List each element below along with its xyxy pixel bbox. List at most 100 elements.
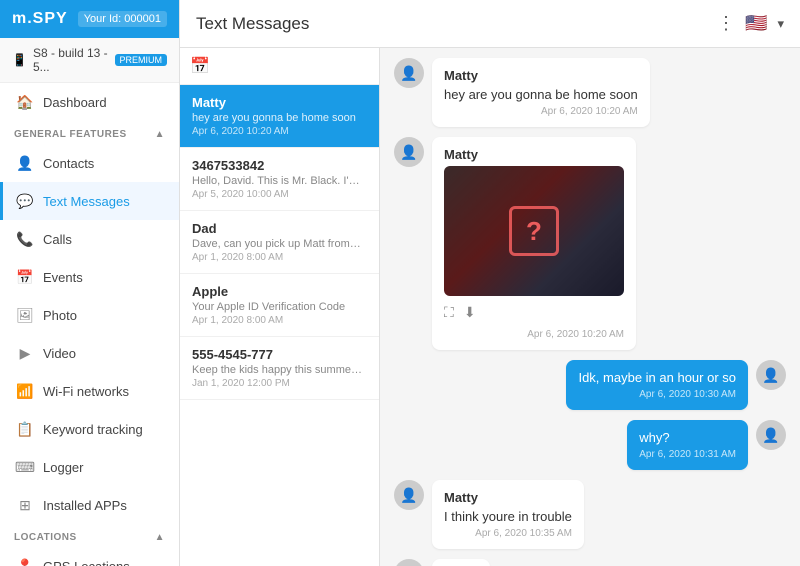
calendar-icon[interactable]: 📅 (190, 58, 210, 75)
conv-time: Apr 1, 2020 8:00 AM (192, 315, 367, 326)
message-bubble-2: 👤 Matty ? ⛶ ⬇ Apr 6, 2020 10:20 AM (394, 137, 636, 350)
sidebar-item-calls[interactable]: 📞 Calls (0, 220, 179, 258)
collapse-icon[interactable]: ▲ (155, 129, 165, 140)
conv-name: Apple (192, 284, 367, 299)
message-image: ? (444, 166, 624, 296)
conv-item-3467533842[interactable]: 3467533842 Hello, David. This is Mr. Bla… (180, 148, 379, 211)
conversation-list: 📅 Matty hey are you gonna be home soon A… (180, 48, 380, 566)
conv-time: Apr 6, 2020 10:20 AM (192, 126, 367, 137)
dashboard-icon: 🏠 (17, 94, 33, 110)
message-bubble-5: 👤 Matty I think youre in trouble Apr 6, … (394, 480, 584, 549)
sidebar-item-wifi[interactable]: 📶 Wi-Fi networks (0, 372, 179, 410)
installed-apps-label: Installed APPs (43, 498, 127, 513)
video-icon: ▶ (17, 345, 33, 361)
more-menu-icon[interactable]: ⋮ (717, 13, 735, 34)
conv-time: Apr 1, 2020 8:00 AM (192, 252, 367, 263)
messages-icon: 💬 (17, 193, 33, 209)
chat-area: 👤 Matty hey are you gonna be home soon A… (380, 48, 800, 566)
bubble-content-2: Matty ? ⛶ ⬇ Apr 6, 2020 10:20 AM (432, 137, 636, 350)
wifi-icon: 📶 (17, 383, 33, 399)
expand-icon[interactable]: ⛶ (444, 304, 454, 321)
question-mark: ? (509, 206, 559, 256)
events-label: Events (43, 270, 83, 285)
sidebar-item-keyword-tracking[interactable]: 📋 Keyword tracking (0, 410, 179, 448)
conv-preview: Keep the kids happy this summer with ... (192, 364, 362, 376)
conv-name: Matty (192, 95, 367, 110)
conv-preview: Dave, can you pick up Matt from schoo... (192, 238, 362, 250)
conv-item-555[interactable]: 555-4545-777 Keep the kids happy this su… (180, 337, 379, 400)
bubble-content-5: Matty I think youre in trouble Apr 6, 20… (432, 480, 584, 549)
user-id: Your Id: 000001 (78, 11, 167, 27)
conv-item-apple[interactable]: Apple Your Apple ID Verification Code Ap… (180, 274, 379, 337)
avatar-3: 👤 (756, 360, 786, 390)
dropdown-arrow[interactable]: ▾ (777, 16, 784, 32)
main-content: Text Messages ⋮ 🇺🇸 ▾ 📅 Matty hey are you… (180, 0, 800, 566)
header-actions: ⋮ 🇺🇸 ▾ (717, 13, 784, 34)
sidebar-item-photo[interactable]: 🖼 Photo (0, 296, 179, 334)
sidebar-item-text-messages[interactable]: 💬 Text Messages (0, 182, 179, 220)
image-actions: ⛶ ⬇ (444, 300, 624, 325)
sidebar-item-events[interactable]: 📅 Events (0, 258, 179, 296)
bubble-content-6: Matty (432, 559, 490, 566)
avatar-5: 👤 (394, 480, 424, 510)
conv-toolbar: 📅 (180, 48, 379, 85)
sidebar-header: m.SPY Your Id: 000001 (0, 0, 179, 38)
sidebar-item-installed-apps[interactable]: ⊞ Installed APPs (0, 486, 179, 524)
conv-name: 555-4545-777 (192, 347, 367, 362)
calls-label: Calls (43, 232, 72, 247)
bubble-time-4: Apr 6, 2020 10:31 AM (639, 449, 736, 460)
sidebar-item-dashboard[interactable]: 🏠 Dashboard (0, 83, 179, 121)
bubble-content-4: why? Apr 6, 2020 10:31 AM (627, 420, 748, 470)
app-logo: m.SPY (12, 10, 68, 28)
conv-item-matty[interactable]: Matty hey are you gonna be home soon Apr… (180, 85, 379, 148)
calls-icon: 📞 (17, 231, 33, 247)
bubble-sender-5: Matty (444, 490, 572, 505)
message-bubble-1: 👤 Matty hey are you gonna be home soon A… (394, 58, 650, 127)
gps-icon: 📍 (17, 558, 33, 566)
video-label: Video (43, 346, 76, 361)
bubble-text-1: hey are you gonna be home soon (444, 87, 638, 102)
dashboard-label: Dashboard (43, 95, 107, 110)
events-icon: 📅 (17, 269, 33, 285)
logger-icon: ⌨ (17, 459, 33, 475)
keyword-label: Keyword tracking (43, 422, 143, 437)
bubble-time-5: Apr 6, 2020 10:35 AM (444, 528, 572, 539)
locations-header: LOCATIONS ▲ (0, 524, 179, 547)
message-bubble-4: 👤 why? Apr 6, 2020 10:31 AM (627, 420, 786, 470)
sidebar-item-logger[interactable]: ⌨ Logger (0, 448, 179, 486)
sidebar-item-gps[interactable]: 📍 GPS Locations (0, 547, 179, 566)
sidebar-item-contacts[interactable]: 👤 Contacts (0, 144, 179, 182)
conv-time: Apr 5, 2020 10:00 AM (192, 189, 367, 200)
premium-badge: PREMIUM (115, 54, 168, 66)
collapse-locations-icon[interactable]: ▲ (155, 532, 165, 543)
image-placeholder: ? (444, 166, 624, 296)
conv-item-dad[interactable]: Dad Dave, can you pick up Matt from scho… (180, 211, 379, 274)
download-icon[interactable]: ⬇ (464, 304, 476, 321)
logger-label: Logger (43, 460, 83, 475)
message-bubble-3: 👤 Idk, maybe in an hour or so Apr 6, 202… (566, 360, 786, 410)
bubble-text-3: Idk, maybe in an hour or so (578, 370, 736, 385)
conv-name: 3467533842 (192, 158, 367, 173)
text-messages-label: Text Messages (43, 194, 130, 209)
avatar-6: 👤 (394, 559, 424, 566)
device-name: S8 - build 13 - 5... (33, 46, 109, 74)
photo-icon: 🖼 (17, 307, 33, 323)
contacts-label: Contacts (43, 156, 94, 171)
conv-preview: hey are you gonna be home soon (192, 112, 362, 124)
conv-name: Dad (192, 221, 367, 236)
sidebar-item-video[interactable]: ▶ Video (0, 334, 179, 372)
bubble-time-3: Apr 6, 2020 10:30 AM (578, 389, 736, 400)
bubble-text-5: I think youre in trouble (444, 509, 572, 524)
photo-label: Photo (43, 308, 77, 323)
general-features-header: GENERAL FEATURES ▲ (0, 121, 179, 144)
messages-container: 📅 Matty hey are you gonna be home soon A… (180, 48, 800, 566)
contacts-icon: 👤 (17, 155, 33, 171)
page-title: Text Messages (196, 14, 309, 34)
wifi-label: Wi-Fi networks (43, 384, 129, 399)
gps-label: GPS Locations (43, 559, 130, 566)
apps-icon: ⊞ (17, 497, 33, 513)
flag-icon[interactable]: 🇺🇸 (745, 13, 767, 34)
bubble-content-1: Matty hey are you gonna be home soon Apr… (432, 58, 650, 127)
sidebar: m.SPY Your Id: 000001 📱 S8 - build 13 - … (0, 0, 180, 566)
device-info[interactable]: 📱 S8 - build 13 - 5... PREMIUM (0, 38, 179, 83)
